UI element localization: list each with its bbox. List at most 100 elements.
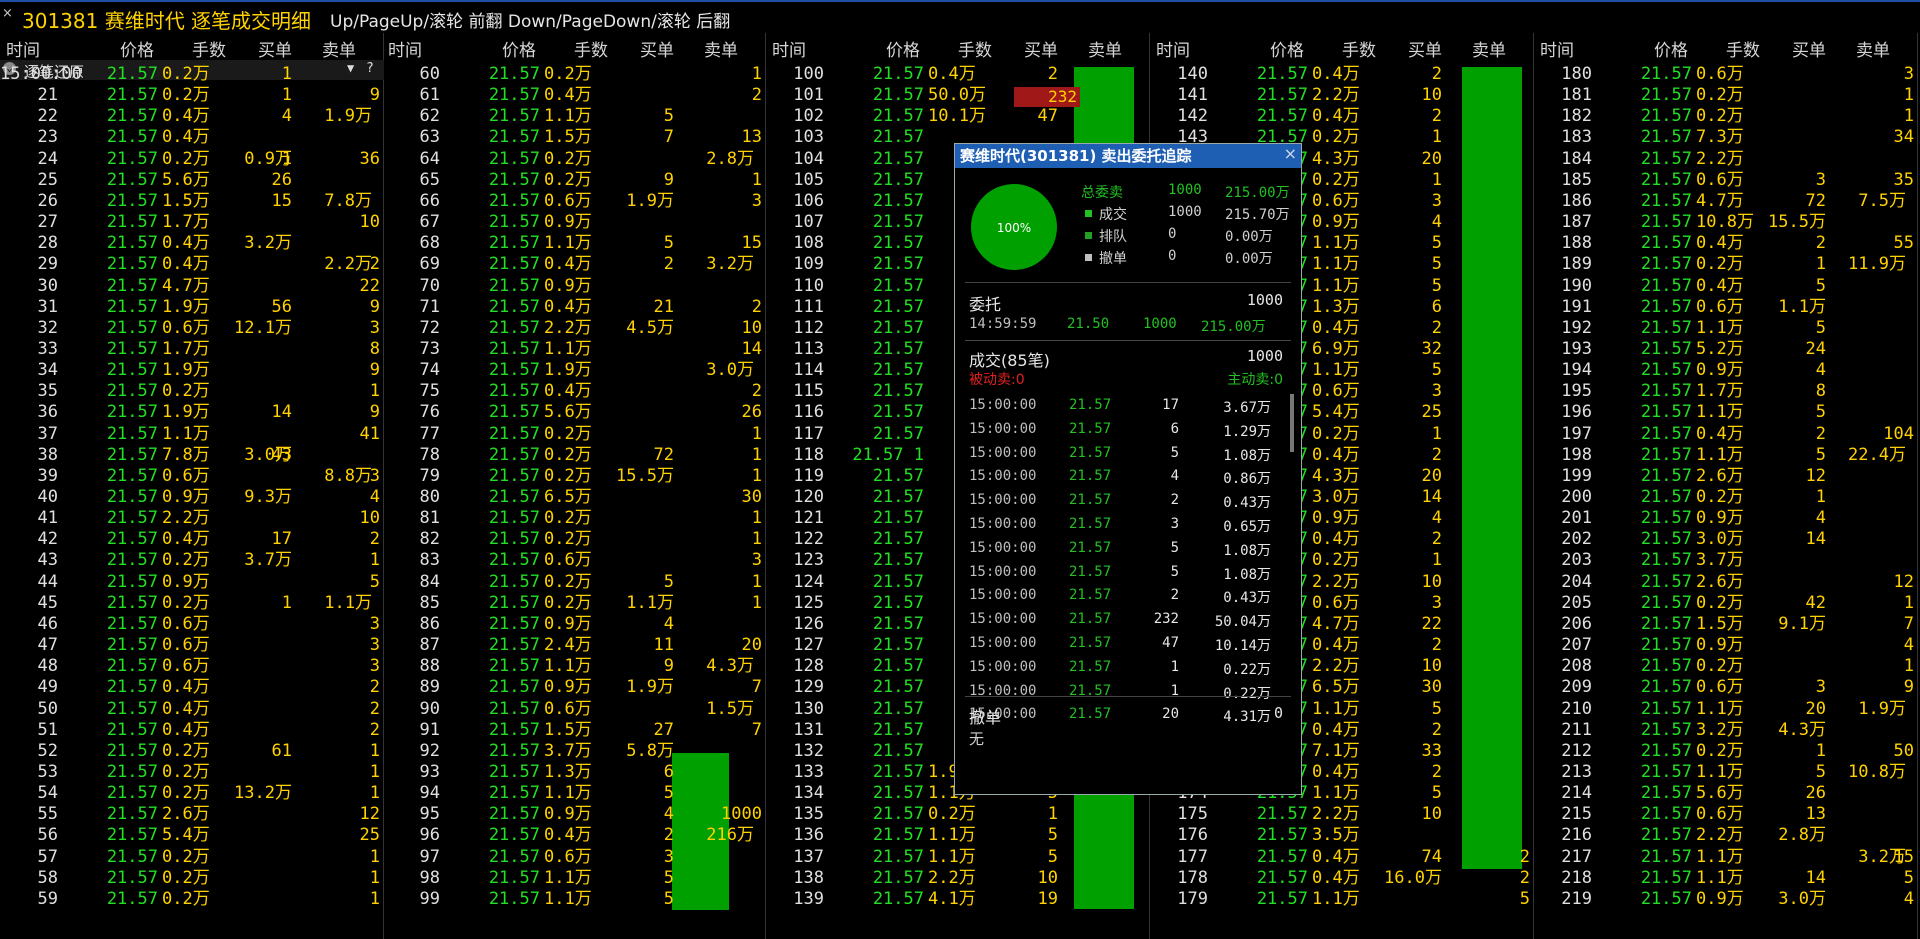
column-header-price[interactable]: 价格 bbox=[1654, 36, 1688, 61]
tick-volume: 0.4万 bbox=[1696, 233, 1744, 254]
tick-time: 47 bbox=[37, 635, 58, 656]
column-header-buy[interactable]: 买单 bbox=[1408, 36, 1442, 61]
column-header-vol[interactable]: 手数 bbox=[1342, 36, 1376, 61]
tick-price: 21.57 bbox=[106, 275, 158, 296]
column-header-buy[interactable]: 买单 bbox=[640, 36, 674, 61]
tick-volume: 0.4万 bbox=[544, 254, 592, 275]
column-header-time[interactable]: 时间 bbox=[1540, 36, 1574, 61]
column-header-time[interactable]: 时间 bbox=[388, 36, 422, 61]
tick-price: 21.57 bbox=[106, 64, 158, 84]
tick-buy-order: 1 bbox=[1815, 254, 1826, 275]
popup-title[interactable]: 赛维时代(301381) 卖出委托追踪 bbox=[955, 144, 1301, 168]
sell-order-tracking-popup[interactable]: 赛维时代(301381) 卖出委托追踪 × 100% 总委卖 1000 215.00… bbox=[954, 143, 1302, 795]
tick-buy-order: 4 bbox=[1431, 508, 1442, 529]
fill-cell: 50.04万 bbox=[1214, 614, 1271, 631]
filter-icon[interactable]: ▼ bbox=[347, 61, 354, 75]
tick-price: 21.57 bbox=[106, 254, 158, 275]
column-header-vol[interactable]: 手数 bbox=[574, 36, 608, 61]
popup-close-icon[interactable]: × bbox=[1284, 144, 1297, 163]
tick-sell-order: 41 bbox=[359, 423, 380, 444]
tick-sell-order: 12 bbox=[1893, 571, 1914, 592]
column-header-price[interactable]: 价格 bbox=[502, 36, 536, 61]
tick-price: 21.57 bbox=[872, 85, 924, 106]
tick-volume: 2.6万 bbox=[1696, 571, 1744, 592]
column-header-price[interactable]: 价格 bbox=[886, 36, 920, 61]
tick-time: 133 bbox=[793, 761, 824, 782]
tick-time: 210 bbox=[1561, 698, 1592, 719]
tick-buy-order: 5 bbox=[1815, 444, 1826, 465]
tick-price: 21.57 bbox=[1256, 804, 1308, 825]
column-header-buy[interactable]: 买单 bbox=[1024, 36, 1058, 61]
order-aggregate-amount: 12.1万 bbox=[234, 317, 292, 338]
tick-time: 175 bbox=[1177, 804, 1208, 825]
fill-cell: 15:00:00 bbox=[969, 611, 1037, 628]
tick-time: 110 bbox=[793, 275, 824, 296]
column-header-vol[interactable]: 手数 bbox=[192, 36, 226, 61]
tick-sell-order: 2 bbox=[751, 381, 762, 402]
tick-buy-order: 11 bbox=[653, 635, 674, 656]
tick-sell-order: 1 bbox=[369, 783, 380, 804]
help-icon[interactable]: ? bbox=[366, 61, 374, 76]
tick-volume: 1.5万 bbox=[162, 190, 210, 211]
fills-scrollbar[interactable] bbox=[1290, 394, 1294, 452]
tick-price: 21.57 bbox=[1640, 867, 1692, 888]
tick-time: 70 bbox=[419, 275, 440, 296]
column-header-time[interactable]: 时间 bbox=[6, 36, 40, 61]
column-header-vol[interactable]: 手数 bbox=[958, 36, 992, 61]
order-aggregate-amount: 1.5万 bbox=[706, 698, 754, 719]
summary-count: 0 bbox=[1168, 226, 1177, 242]
column-header-sell[interactable]: 卖单 bbox=[1856, 36, 1890, 61]
column-header-price[interactable]: 价格 bbox=[1270, 36, 1304, 61]
column-header-sell[interactable]: 卖单 bbox=[1088, 36, 1122, 61]
tick-price: 21.57 bbox=[488, 698, 540, 719]
tick-price: 21.57 bbox=[1256, 888, 1308, 909]
column-header-buy[interactable]: 买单 bbox=[1792, 36, 1826, 61]
tick-volume: 0.6万 bbox=[544, 846, 592, 867]
tick-sell-order: 5 bbox=[369, 571, 380, 592]
tick-sell-order: 1 bbox=[369, 867, 380, 888]
tick-sell-order: 2 bbox=[369, 698, 380, 719]
tick-volume: 0.2万 bbox=[544, 64, 592, 84]
tick-buy-order: 2 bbox=[1431, 529, 1442, 550]
column-header-sell[interactable]: 卖单 bbox=[322, 36, 356, 61]
column-header-time[interactable]: 时间 bbox=[1156, 36, 1190, 61]
tick-buy-order: 2 bbox=[1431, 719, 1442, 740]
tick-price: 21.57 bbox=[106, 338, 158, 359]
order-aggregate-amount: 3.7万 bbox=[244, 550, 292, 571]
tick-column[interactable]: 时间 价格 手数 买单 卖单 ⌄ 逐笔还原 ▼? 15:00:00 21.57 0.2万 1 21 21.… bbox=[0, 33, 384, 939]
tick-volume: 0.4万 bbox=[1312, 761, 1360, 782]
fill-cell: 2 bbox=[1170, 492, 1179, 509]
column-header-sell[interactable]: 卖单 bbox=[704, 36, 738, 61]
tick-time: 185 bbox=[1561, 169, 1592, 190]
tick-price: 21.57 bbox=[872, 64, 924, 84]
tick-time: 102 bbox=[793, 106, 824, 127]
order-aggregate-amount: 15.5万 bbox=[616, 465, 674, 486]
column-header-sell[interactable]: 卖单 bbox=[1472, 36, 1506, 61]
tick-price: 21.57 bbox=[1640, 423, 1692, 444]
tick-time: 190 bbox=[1561, 275, 1592, 296]
tick-column[interactable]: 时间 价格 手数 买单 卖单 60 21.57 0.2万 1 61 21.57 0.4万 2 62 21.5… bbox=[382, 33, 766, 939]
column-header-time[interactable]: 时间 bbox=[772, 36, 806, 61]
column-header-price[interactable]: 价格 bbox=[120, 36, 154, 61]
tick-time: 49 bbox=[37, 677, 58, 698]
tick-price: 21.57 bbox=[1640, 106, 1692, 127]
tick-column[interactable]: 时间 价格 手数 买单 卖单 180 21.57 0.6万 3 181 21.57 0.2万 1 182 2… bbox=[1534, 33, 1918, 939]
tick-volume: 1.1万 bbox=[1696, 761, 1744, 782]
column-header-buy[interactable]: 买单 bbox=[258, 36, 292, 61]
tick-price: 21.57 bbox=[106, 804, 158, 825]
tick-price: 21.57 bbox=[872, 846, 924, 867]
tick-price: 21.57 bbox=[1640, 275, 1692, 296]
tick-buy-order: 7 bbox=[663, 127, 674, 148]
tick-time: 215 bbox=[1561, 804, 1592, 825]
tick-time: 63 bbox=[419, 127, 440, 148]
tick-price: 21.57 bbox=[872, 740, 924, 761]
close-icon[interactable]: × bbox=[2, 6, 13, 21]
tick-time: 54 bbox=[37, 783, 58, 804]
tick-time: 214 bbox=[1561, 783, 1592, 804]
tick-volume: 0.4万 bbox=[1312, 317, 1360, 338]
tick-volume: 0.2万 bbox=[162, 846, 210, 867]
tick-sell-order: 20 bbox=[741, 635, 762, 656]
column-header-vol[interactable]: 手数 bbox=[1726, 36, 1760, 61]
tick-time: 32 bbox=[37, 317, 58, 338]
summary-label: 排队 bbox=[1099, 229, 1127, 245]
